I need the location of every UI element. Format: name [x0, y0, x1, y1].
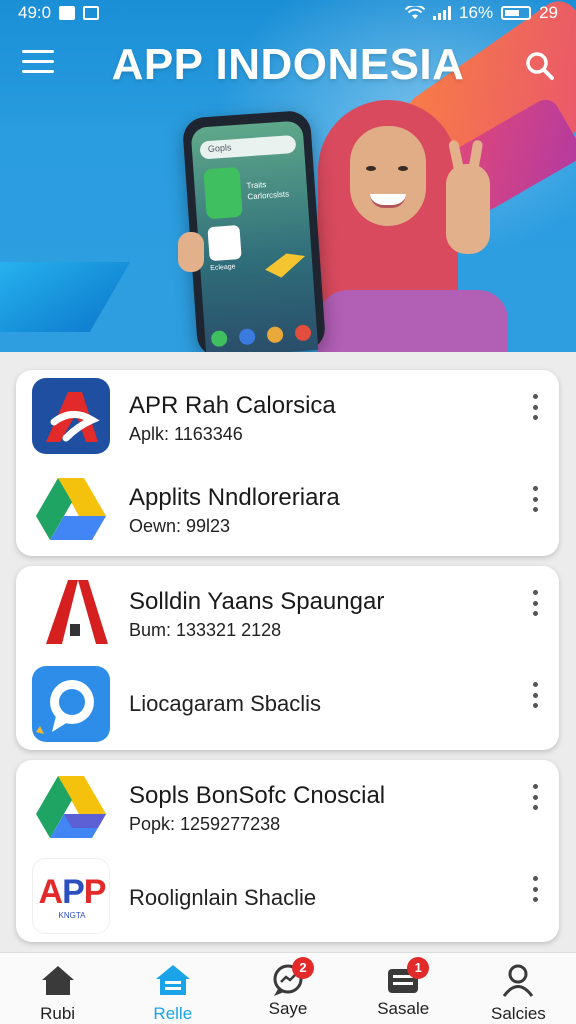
- app-title: Applits Nndloreriara: [129, 484, 340, 511]
- more-options-icon[interactable]: [525, 874, 545, 904]
- notification-badge: 2: [292, 957, 314, 979]
- list-item[interactable]: Solldin Yaans Spaungar Bum: 133321 2128: [16, 566, 559, 658]
- phone-dock: [210, 324, 312, 348]
- app-subtitle: Aplk: 1163346: [129, 424, 243, 444]
- list-item[interactable]: Sopls BonSofc Cnoscial Popk: 1259277238: [16, 760, 559, 852]
- status-clock: 29: [539, 3, 558, 22]
- phone-tile-label: Ecleage: [210, 263, 236, 273]
- home-icon: [41, 966, 74, 995]
- hero-banner: 49:0 16% 29 APP INDONESIA Gopls Traits C…: [0, 0, 576, 352]
- battery-percent: 16%: [459, 3, 494, 22]
- more-options-icon[interactable]: [525, 392, 545, 422]
- notification-badge: 1: [407, 957, 430, 979]
- nav-label: Rubi: [40, 1004, 76, 1023]
- status-time: 49:0: [18, 3, 52, 22]
- nav-label: Relle: [153, 1004, 193, 1023]
- nav-item-relle[interactable]: Relle: [115, 953, 230, 1024]
- face-shape: [350, 126, 426, 226]
- app-brand-subtext: KNGTA: [58, 911, 86, 920]
- list-item[interactable]: Liocagaram Sbaclis: [16, 658, 559, 750]
- google-drive-icon[interactable]: [32, 768, 110, 844]
- app-subtitle: Popk: 1259277238: [129, 814, 281, 834]
- phone-text-lines: Traits Carlorcslsts: [246, 180, 290, 202]
- chat-bubble-icon[interactable]: [32, 666, 110, 742]
- hero-phone-illustration: Gopls Traits Carlorcslsts Ecleage: [181, 109, 327, 352]
- search-icon[interactable]: [520, 46, 560, 86]
- apr-logo-icon[interactable]: [32, 378, 110, 454]
- app-title: Solldin Yaans Spaungar: [129, 588, 385, 615]
- more-options-icon[interactable]: [525, 680, 545, 710]
- bottom-navigation: Rubi Relle 2 Saye 1 Sasale Salcies: [0, 952, 576, 1024]
- app-list: APR Rah Calorsica Aplk: 1163346 Applits …: [16, 370, 559, 952]
- phone-photos-tile: [207, 225, 242, 262]
- more-options-icon[interactable]: [525, 782, 545, 812]
- app-card: APR Rah Calorsica Aplk: 1163346 Applits …: [16, 370, 559, 556]
- google-drive-icon[interactable]: [32, 470, 110, 546]
- blouse-shape: [318, 290, 508, 352]
- nav-item-rubi[interactable]: Rubi: [0, 953, 115, 1024]
- hero-blue-shape: [0, 262, 131, 332]
- nav-label: Sasale: [377, 999, 430, 1018]
- app-card: Solldin Yaans Spaungar Bum: 133321 2128 …: [16, 566, 559, 750]
- nav-item-salcies[interactable]: Salcies: [461, 953, 576, 1024]
- app-subtitle: Oewn: 99l23: [129, 516, 231, 536]
- list-item[interactable]: Applits Nndloreriara Oewn: 99l23: [16, 462, 559, 554]
- notification-icon: [59, 6, 76, 20]
- app-title: APR Rah Calorsica: [129, 392, 336, 419]
- signal-icon: [433, 6, 452, 20]
- app-card: Sopls BonSofc Cnoscial Popk: 1259277238 …: [16, 760, 559, 942]
- nav-label: Salcies: [491, 1004, 546, 1023]
- store-icon: [155, 965, 190, 995]
- page-title: APP INDONESIA: [111, 40, 465, 89]
- profile-icon: [503, 964, 534, 997]
- gallery-notification-icon: [83, 6, 100, 20]
- peace-sign-hand: [446, 139, 490, 254]
- wifi-icon: [405, 6, 426, 19]
- battery-icon: [501, 6, 532, 20]
- nav-item-sasale[interactable]: 1 Sasale: [346, 953, 461, 1024]
- app-title: Sopls BonSofc Cnoscial: [129, 782, 386, 809]
- list-item[interactable]: APP KNGTA Roolignlain Shaclie: [16, 852, 559, 942]
- app-brand-icon[interactable]: APP KNGTA: [32, 858, 110, 934]
- status-bar: 49:0 16% 29: [0, 0, 576, 26]
- list-item[interactable]: APR Rah Calorsica Aplk: 1163346: [16, 370, 559, 462]
- app-title: Liocagaram Sbaclis: [129, 691, 321, 716]
- app-subtitle: Bum: 133321 2128: [129, 620, 282, 640]
- phone-phone-tile: [203, 166, 243, 220]
- app-title: Roolignlain Shaclie: [129, 885, 317, 910]
- more-options-icon[interactable]: [525, 484, 545, 514]
- adobe-a-icon[interactable]: [32, 574, 110, 650]
- more-options-icon[interactable]: [525, 588, 545, 618]
- phone-arrow-icon: [265, 243, 305, 283]
- hero-person-illustration: [318, 100, 508, 352]
- phone-screen: Gopls Traits Carlorcslsts Ecleage: [190, 120, 319, 352]
- nav-item-saye[interactable]: 2 Saye: [230, 953, 345, 1024]
- nav-label: Saye: [268, 999, 308, 1018]
- phone-search-bar: Gopls: [199, 134, 297, 160]
- hand-holding-phone: [178, 232, 204, 272]
